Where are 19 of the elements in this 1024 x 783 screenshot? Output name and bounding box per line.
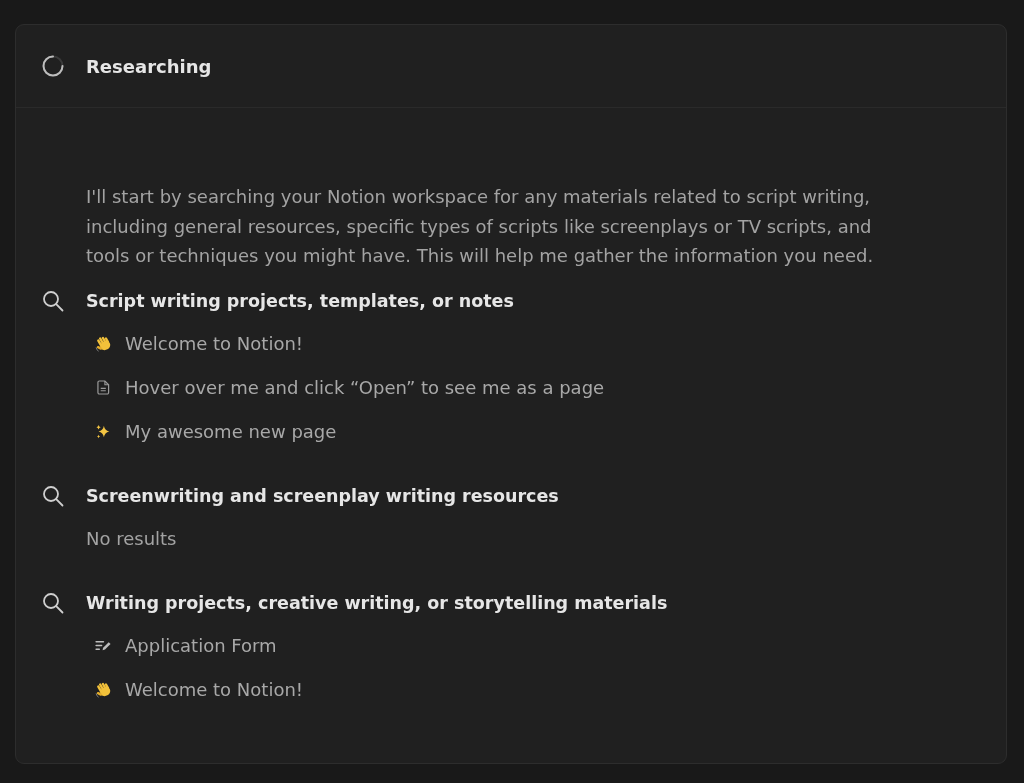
- waving-hand-icon: [95, 335, 112, 352]
- result-link[interactable]: My awesome new page: [95, 421, 337, 442]
- result-link[interactable]: Welcome to Notion!: [95, 333, 304, 354]
- search-icon: [42, 289, 64, 312]
- result-link[interactable]: Hover over me and click “Open” to see me as a page: [95, 377, 605, 398]
- status-title: Researching: [86, 55, 212, 77]
- empty-state-text: No results: [86, 528, 177, 549]
- search-icon: [42, 591, 64, 614]
- lines-pencil-icon: [95, 639, 112, 652]
- result-link[interactable]: Welcome to Notion!: [95, 679, 304, 700]
- sparkles-icon: [95, 423, 111, 440]
- search-query: Writing projects, creative writing, or storytelling materials: [86, 592, 668, 613]
- waving-hand-icon: [95, 681, 112, 698]
- search-query: Screenwriting and screenplay writing resources: [86, 485, 559, 506]
- search-icon: [42, 484, 64, 507]
- search-query: Script writing projects, templates, or notes: [86, 290, 514, 311]
- result-link[interactable]: Application Form: [95, 635, 277, 656]
- document-icon: [97, 380, 110, 395]
- message-text: I'll start by searching your Notion workspace for any materials related to script writing, including general resources, specific types of scripts like screenplays or TV scripts, and tools or techniques you might have. This will help me gather the information you need.: [86, 185, 875, 268]
